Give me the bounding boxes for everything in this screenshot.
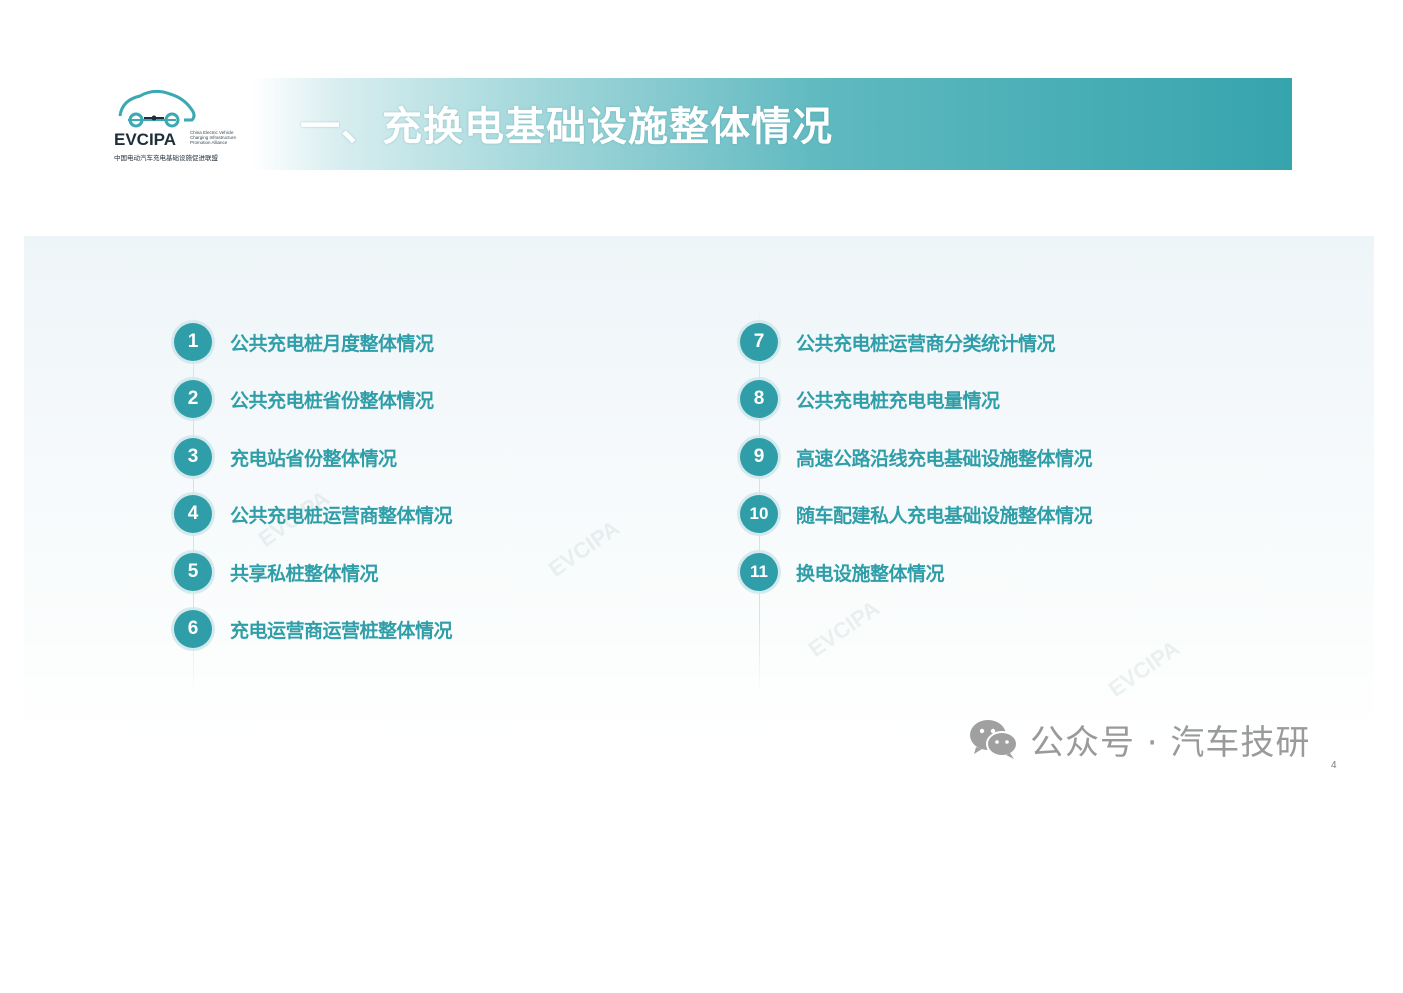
slide: EVCIPA China Electric Vehicle Charging I… (0, 0, 1403, 993)
toc-item[interactable]: 4 公共充电桩运营商整体情况 (174, 494, 453, 534)
item-number: 9 (740, 438, 778, 476)
toc-item[interactable]: 11 换电设施整体情况 (740, 552, 945, 592)
item-label: 公共充电桩省份整体情况 (230, 389, 434, 412)
toc-item[interactable]: 2 公共充电桩省份整体情况 (174, 379, 434, 419)
logo-subtitle-en: China Electric Vehicle Charging Infrastr… (190, 130, 237, 145)
background-watermark: EVCIPA (803, 595, 884, 662)
evcipa-logo: EVCIPA China Electric Vehicle Charging I… (110, 86, 242, 166)
item-number: 2 (174, 380, 212, 418)
watermark-text: 公众号 · 汽车技研 (1030, 722, 1311, 763)
item-label: 换电设施整体情况 (796, 562, 945, 585)
item-label: 公共充电桩充电电量情况 (796, 389, 1000, 412)
toc-item[interactable]: 8 公共充电桩充电电量情况 (740, 379, 1000, 419)
item-label: 充电运营商运营桩整体情况 (230, 619, 453, 642)
toc-item[interactable]: 6 充电运营商运营桩整体情况 (174, 609, 453, 649)
item-number: 5 (174, 553, 212, 591)
background-watermark: EVCIPA (543, 515, 624, 582)
item-label: 高速公路沿线充电基础设施整体情况 (796, 447, 1093, 470)
toc-item[interactable]: 5 共享私桩整体情况 (174, 552, 379, 592)
item-number: 6 (174, 610, 212, 648)
item-number: 7 (740, 323, 778, 361)
title-banner: 一、充换电基础设施整体情况 (252, 78, 1292, 170)
item-number: 1 (174, 323, 212, 361)
item-number: 10 (740, 495, 778, 533)
wechat-icon (970, 720, 1018, 759)
car-plug-icon (118, 89, 196, 128)
wechat-watermark: 公众号 · 汽车技研 (968, 716, 1311, 763)
background-watermark: EVCIPA (1103, 635, 1184, 702)
logo-subtitle-cn: 中国电动汽车充电基础设施促进联盟 (114, 154, 218, 162)
item-label: 公共充电桩运营商整体情况 (230, 504, 453, 527)
item-number: 3 (174, 438, 212, 476)
content-panel: EVCIPA EVCIPA EVCIPA EVCIPA 1 公共充电桩月度整体情… (24, 236, 1374, 736)
item-number: 8 (740, 380, 778, 418)
toc-item[interactable]: 9 高速公路沿线充电基础设施整体情况 (740, 437, 1093, 477)
page-number: 4 (1331, 760, 1337, 771)
logo-wordmark: EVCIPA (114, 130, 177, 149)
toc-item[interactable]: 1 公共充电桩月度整体情况 (174, 322, 434, 362)
item-label: 公共充电桩月度整体情况 (230, 332, 434, 355)
item-label: 随车配建私人充电基础设施整体情况 (796, 504, 1093, 527)
toc-item[interactable]: 10 随车配建私人充电基础设施整体情况 (740, 494, 1093, 534)
item-label: 共享私桩整体情况 (230, 562, 379, 585)
item-number: 11 (740, 553, 778, 591)
toc-item[interactable]: 7 公共充电桩运营商分类统计情况 (740, 322, 1056, 362)
toc-item[interactable]: 3 充电站省份整体情况 (174, 437, 397, 477)
item-label: 充电站省份整体情况 (230, 447, 397, 470)
item-number: 4 (174, 495, 212, 533)
item-label: 公共充电桩运营商分类统计情况 (796, 332, 1056, 355)
page-title: 一、充换电基础设施整体情况 (300, 104, 833, 150)
